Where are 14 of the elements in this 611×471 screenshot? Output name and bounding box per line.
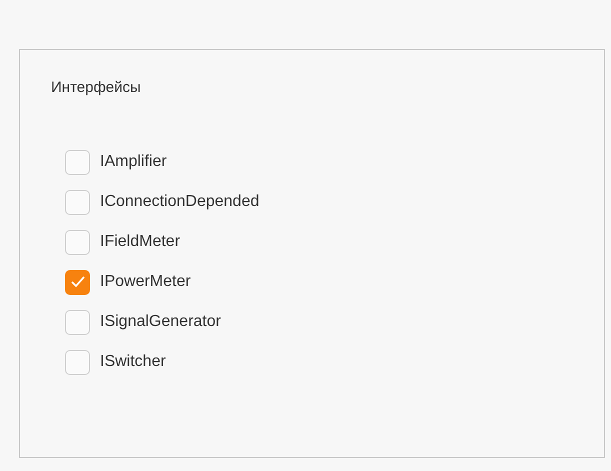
checkbox-label[interactable]: IFieldMeter [100,230,180,254]
panel-title: Интерфейсы [51,78,142,98]
checkbox[interactable] [65,310,90,334]
checkbox[interactable] [65,270,90,294]
checkbox-label[interactable]: IAmplifier [100,150,167,174]
checkbox[interactable] [65,350,90,374]
check-icon [70,276,84,288]
checkbox-label[interactable]: IPowerMeter [100,270,191,294]
checkbox-label[interactable]: IConnectionDepended [100,190,260,214]
checkbox[interactable] [65,190,90,214]
checkbox[interactable] [65,230,90,254]
checkbox-label[interactable]: ISwitcher [100,350,166,374]
checkbox-label[interactable]: ISignalGenerator [100,310,221,334]
checkbox[interactable] [65,150,90,174]
